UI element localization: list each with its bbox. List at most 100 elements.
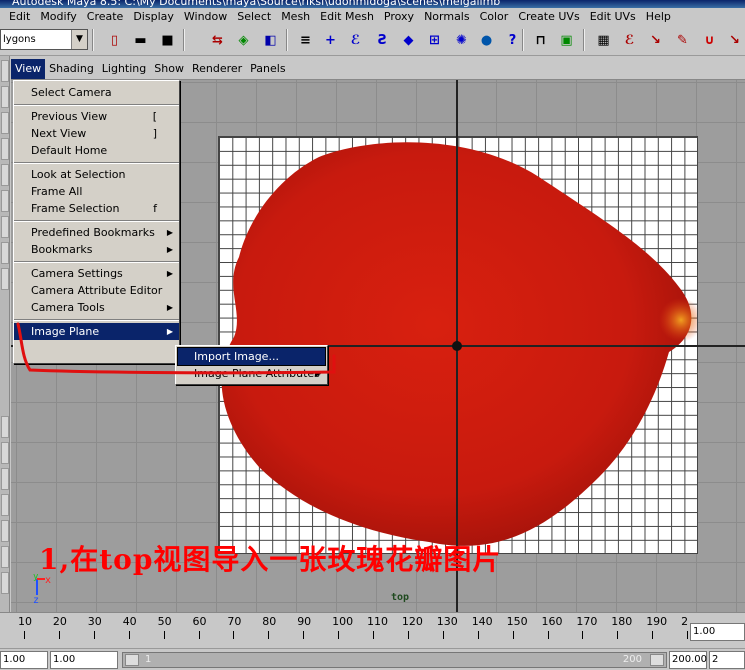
chevron-down-icon[interactable]: ▼ [71,30,87,49]
separator [286,29,288,51]
separator [522,29,524,51]
layout-single-icon[interactable] [1,416,9,438]
manipulator-tool-icon[interactable] [1,216,9,238]
menu-item-frame-all[interactable]: Frame All [14,183,179,200]
move-tool-icon[interactable] [1,138,9,160]
snap-plane-icon[interactable]: ◆ [398,30,419,51]
menu-item-camera-settings[interactable]: Camera Settings ▶ [14,265,179,282]
range-slider-end-label: 200 [622,654,642,665]
timeline-tick-label: 150 [506,615,528,628]
panel-menu-lighting[interactable]: Lighting [98,59,150,79]
panel-menu-renderer[interactable]: Renderer [188,59,246,79]
timeline-tick-mark [547,631,549,639]
layout-outliner-icon[interactable] [1,494,9,516]
menu-edit-mesh[interactable]: Edit Mesh [315,8,379,26]
snap-point-icon[interactable]: Ƨ [372,30,393,51]
separator [583,29,585,51]
layout-hypershade-icon[interactable] [1,546,9,568]
open-scene-icon[interactable]: ▬ [130,30,151,51]
menu-create[interactable]: Create [82,8,129,26]
submenu-item-import-image[interactable]: Import Image... [177,347,326,366]
layout-graph-icon[interactable] [1,520,9,542]
panel-menu-view[interactable]: View [11,58,46,79]
menu-item-next-view[interactable]: Next View] [14,125,179,142]
new-scene-icon[interactable]: ▯ [104,30,125,51]
panel-menu-show[interactable]: Show [150,59,188,79]
timeline-tick-mark [233,631,235,639]
menu-item-image-plane[interactable]: Image Plane ▶ [14,323,179,340]
range-start-handle[interactable] [125,654,139,666]
menu-select[interactable]: Select [232,8,276,26]
menu-set-select[interactable]: lygons ▼ [0,29,88,50]
select-object-icon[interactable]: ◈ [233,30,254,51]
menu-proxy[interactable]: Proxy [379,8,419,26]
select-component-icon[interactable]: ◧ [260,30,281,51]
menu-edit-uvs[interactable]: Edit UVs [585,8,641,26]
render-icon[interactable]: ✺ [451,30,472,51]
snap-surface-icon[interactable]: ⊞ [424,30,445,51]
menu-item-camera-tools[interactable]: Camera Tools ▶ [14,299,179,316]
lock-icon[interactable]: ⊓ [530,30,551,51]
ipr-render-icon[interactable]: ● [476,30,497,51]
selection-mask-icon[interactable]: ▣ [556,30,577,51]
save-scene-icon[interactable]: ■ [157,30,178,51]
menu-item-select-camera[interactable]: Select Camera [14,84,179,101]
panel-menu-panels[interactable]: Panels [246,59,289,79]
soft-mod-tool-icon[interactable] [1,242,9,264]
sculpt-tool-icon[interactable]: ✎ [672,30,693,51]
menu-section: Camera Settings ▶ Camera Attribute Editor C… [14,262,179,320]
menu-modify[interactable]: Modify [35,8,81,26]
playback-start-field[interactable]: 1.00 [50,651,118,669]
layout-custom-icon[interactable] [1,572,9,594]
menu-item-bookmarks[interactable]: Bookmarks ▶ [14,241,179,258]
select-hierarchy-icon[interactable]: ⇆ [207,30,228,51]
layout-two-icon[interactable] [1,468,9,490]
range-slider-start-label: 1 [145,654,152,665]
menu-item-previous-view[interactable]: Previous View [ [14,108,179,125]
timeline-tick-mark [512,631,514,639]
snap-curve-icon[interactable]: ℰ [345,30,366,51]
timeline-tick-label: 70 [227,615,242,628]
more-tools-icon[interactable]: ↘ [724,30,745,51]
timeline-tick-mark [198,631,200,639]
menu-item-label: Bookmarks [31,243,93,256]
menu-color[interactable]: Color [475,8,514,26]
timeline-tick-label: 30 [87,615,102,628]
menu-item-frame-selection[interactable]: Frame Selection f [14,200,179,217]
rotate-tool-icon[interactable] [1,164,9,186]
pen-tool-icon[interactable]: ↘ [645,30,666,51]
menu-display[interactable]: Display [128,8,179,26]
range-end-handle[interactable] [650,654,664,666]
time-slider[interactable]: 1.00 10 20 30 40 50 60 70 80 90 100 110 120 130 140 15… [0,612,745,648]
menu-normals[interactable]: Normals [419,8,475,26]
magnet-icon[interactable]: ∪ [699,30,720,51]
menu-create-uvs[interactable]: Create UVs [513,8,584,26]
curve-tool-icon[interactable]: ℰ [619,30,640,51]
paint-select-tool-icon[interactable] [1,112,9,134]
menu-help[interactable]: Help [641,8,676,26]
current-frame-field[interactable]: 1.00 [690,623,745,641]
playback-end-field[interactable]: 200.00 [669,651,707,669]
menu-window[interactable]: Window [179,8,232,26]
grid-toggle-icon[interactable]: ▦ [593,30,614,51]
range-slider[interactable]: 1 200 [122,652,667,668]
menu-item-camera-attribute-editor[interactable]: Camera Attribute Editor [14,282,179,299]
camera-name-label: top [391,592,410,603]
snap-menu-icon[interactable]: ≡ [295,30,316,51]
layout-four-icon[interactable] [1,442,9,464]
select-tool-icon[interactable] [1,60,9,82]
end-time-field[interactable]: 2 [709,651,745,669]
menu-item-look-at-selection[interactable]: Look at Selection [14,166,179,183]
menu-edit[interactable]: Edit [4,8,35,26]
submenu-item-image-plane-attributes[interactable]: Image Plane Attributes ▶ [178,365,325,382]
snap-grid-icon[interactable]: + [320,30,341,51]
menu-item-default-home[interactable]: Default Home [14,142,179,159]
lasso-tool-icon[interactable] [1,86,9,108]
last-tool-icon[interactable] [1,268,9,290]
menu-mesh[interactable]: Mesh [276,8,315,26]
panel-menu-shading[interactable]: Shading [45,59,98,79]
scale-tool-icon[interactable] [1,190,9,212]
menu-item-predefined-bookmarks[interactable]: Predefined Bookmarks ▶ [14,224,179,241]
start-time-field[interactable]: 1.00 [0,651,48,669]
help-icon[interactable]: ? [502,30,523,51]
